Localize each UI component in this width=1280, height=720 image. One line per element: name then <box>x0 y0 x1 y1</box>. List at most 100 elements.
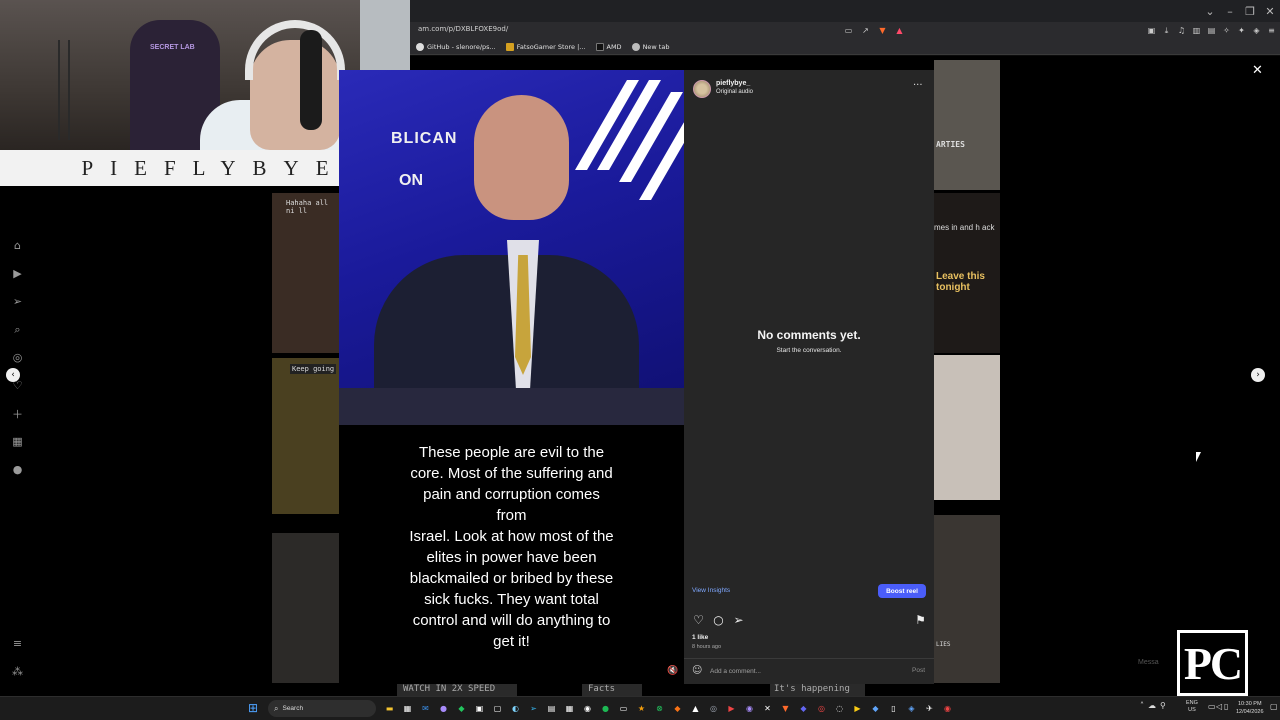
messages-chip[interactable]: Messa <box>1138 659 1159 666</box>
tray-chevron-icon[interactable]: ˄ <box>1140 701 1144 710</box>
feed-tile[interactable]: It's happening <box>770 683 865 696</box>
bookmark-github[interactable]: GitHub - slenore/ps... <box>416 42 496 51</box>
meta-icon[interactable]: ⁂ <box>10 664 25 679</box>
onedrive-icon[interactable]: ☁ <box>1148 701 1156 710</box>
mute-icon[interactable]: 🔇 <box>667 666 678 676</box>
battery-icon[interactable]: ▯ <box>1224 702 1228 711</box>
app-icon[interactable]: ▭ <box>616 701 631 716</box>
feed-tile[interactable] <box>934 355 1000 500</box>
post-username[interactable]: pieflybye_ <box>716 80 750 87</box>
app-icon[interactable]: ✕ <box>760 701 775 716</box>
app-icon[interactable]: ◆ <box>454 701 469 716</box>
close-window-icon[interactable]: ✕ <box>1260 0 1280 22</box>
taskbar-clock[interactable]: 10:30 PM 12/04/2026 <box>1236 700 1264 716</box>
dashboard-icon[interactable]: ▦ <box>10 434 25 449</box>
like-count[interactable]: 1 like <box>692 634 708 641</box>
app-icon[interactable]: ▢ <box>490 701 505 716</box>
terminal-icon[interactable]: ▣ <box>472 701 487 716</box>
vpn-icon[interactable]: ◈ <box>1250 24 1263 37</box>
language-indicator[interactable]: ENG US <box>1186 700 1198 714</box>
spotify-icon[interactable]: ● <box>598 701 613 716</box>
boost-reel-button[interactable]: Boost reel <box>878 584 926 598</box>
app-icon[interactable]: ◉ <box>742 701 757 716</box>
feed-tile[interactable]: Keep going <box>272 358 339 514</box>
store-icon[interactable]: ▦ <box>400 701 415 716</box>
bookmark-amd[interactable]: AMD <box>595 42 622 51</box>
volume-icon[interactable]: ◁ <box>1216 702 1222 711</box>
reel-video[interactable]: BLICAN ON These people are evil to the c… <box>339 70 684 684</box>
steam-icon[interactable]: ◎ <box>706 701 721 716</box>
rewards-icon[interactable]: ▲ <box>893 24 906 37</box>
document-icon[interactable]: ▯ <box>886 701 901 716</box>
feed-tile[interactable] <box>272 533 339 683</box>
app-icon[interactable]: ◆ <box>670 701 685 716</box>
screen-icon[interactable]: ▭ <box>842 24 855 37</box>
post-button[interactable]: Post <box>912 667 925 674</box>
mail-icon[interactable]: ✉ <box>418 701 433 716</box>
comment-input[interactable] <box>710 665 890 677</box>
wallet-icon[interactable]: ▣ <box>1145 24 1158 37</box>
minimize-icon[interactable]: – <box>1220 0 1240 22</box>
app-icon[interactable]: ▶ <box>724 701 739 716</box>
reels-icon[interactable]: ▶ <box>10 266 25 281</box>
brave-icon[interactable]: ▼ <box>778 701 793 716</box>
emoji-icon[interactable]: ☺ <box>692 665 702 676</box>
create-icon[interactable]: ＋ <box>10 406 25 421</box>
app-icon[interactable]: ◐ <box>508 701 523 716</box>
telegram-icon[interactable]: ➢ <box>526 701 541 716</box>
file-explorer-icon[interactable]: ▬ <box>382 701 397 716</box>
feed-tile[interactable]: Facts <box>582 683 642 696</box>
share-icon[interactable]: ➢ <box>732 613 745 627</box>
feed-tile[interactable]: WATCH IN 2X SPEED <box>397 683 517 696</box>
app-icon[interactable]: ◆ <box>796 701 811 716</box>
comment-icon[interactable]: ○ <box>712 613 725 627</box>
app-icon[interactable]: ◉ <box>940 701 955 716</box>
download-icon[interactable]: ⤓ <box>1160 24 1173 37</box>
feed-tile[interactable]: Hahaha all ni ll <box>272 193 339 353</box>
share-icon[interactable]: ↗ <box>859 24 872 37</box>
tabs-icon[interactable]: ▤ <box>1205 24 1218 37</box>
previous-arrow-icon[interactable]: ‹ <box>6 368 20 382</box>
app-icon[interactable]: ◎ <box>814 701 829 716</box>
restore-icon[interactable]: ❐ <box>1240 0 1260 22</box>
messages-icon[interactable]: ➢ <box>10 294 25 309</box>
app-icon[interactable]: ▶ <box>850 701 865 716</box>
search-icon[interactable]: ⌕ <box>10 322 25 337</box>
url-text[interactable]: am.com/p/DXBLFOXE9od/ <box>418 25 508 33</box>
app-icon[interactable]: ✈ <box>922 701 937 716</box>
feed-tile[interactable]: ARTIES <box>934 60 1000 190</box>
app-icon[interactable]: ▤ <box>544 701 559 716</box>
bookmark-new-tab[interactable]: New tab <box>631 42 669 51</box>
close-icon[interactable]: ✕ <box>1252 63 1263 78</box>
home-icon[interactable]: ⌂ <box>10 238 25 253</box>
tray-app-icon[interactable]: ⚲ <box>1160 701 1166 710</box>
app-icon[interactable]: ◌ <box>832 701 847 716</box>
avatar[interactable] <box>693 80 711 98</box>
feed-tile[interactable]: mes in and h ack Leave this tonight <box>934 193 1000 353</box>
feed-tile[interactable]: LIES <box>934 515 1000 683</box>
windows-start-icon[interactable]: ⊞ <box>248 701 258 715</box>
extensions-icon[interactable]: ✧ <box>1220 24 1233 37</box>
xbox-icon[interactable]: ⊗ <box>652 701 667 716</box>
menu-icon[interactable]: ≡ <box>1265 24 1278 37</box>
more-menu-icon[interactable]: ≡ <box>10 636 25 651</box>
app-icon[interactable]: ● <box>436 701 451 716</box>
bookmark-fatsogamer[interactable]: FatsoGamer Store |... <box>505 42 586 51</box>
more-options-icon[interactable]: ··· <box>913 80 923 91</box>
music-icon[interactable]: ♫ <box>1175 24 1188 37</box>
app-icon[interactable]: ◉ <box>580 701 595 716</box>
app-icon[interactable]: ◈ <box>904 701 919 716</box>
sidebar-icon[interactable]: ▥ <box>1190 24 1203 37</box>
bookmark-icon[interactable]: ⚑ <box>914 613 927 627</box>
app-icon[interactable]: ◆ <box>868 701 883 716</box>
like-icon[interactable]: ♡ <box>692 613 705 627</box>
app-icon[interactable]: ★ <box>634 701 649 716</box>
explore-icon[interactable]: ◎ <box>10 350 25 365</box>
view-insights-link[interactable]: View Insights <box>692 587 730 594</box>
address-bar[interactable]: am.com/p/DXBLFOXE9od/ ▭ ↗ ▼ ▲ ▣ ⤓ ♫ ▥ ▤ … <box>410 22 1280 39</box>
taskbar-search[interactable]: ⌕ Search <box>268 700 376 717</box>
next-arrow-icon[interactable]: › <box>1251 368 1265 382</box>
brave-shield-icon[interactable]: ▼ <box>876 24 889 37</box>
calculator-icon[interactable]: ▦ <box>562 701 577 716</box>
notifications-icon[interactable]: ▢ <box>1270 702 1278 711</box>
